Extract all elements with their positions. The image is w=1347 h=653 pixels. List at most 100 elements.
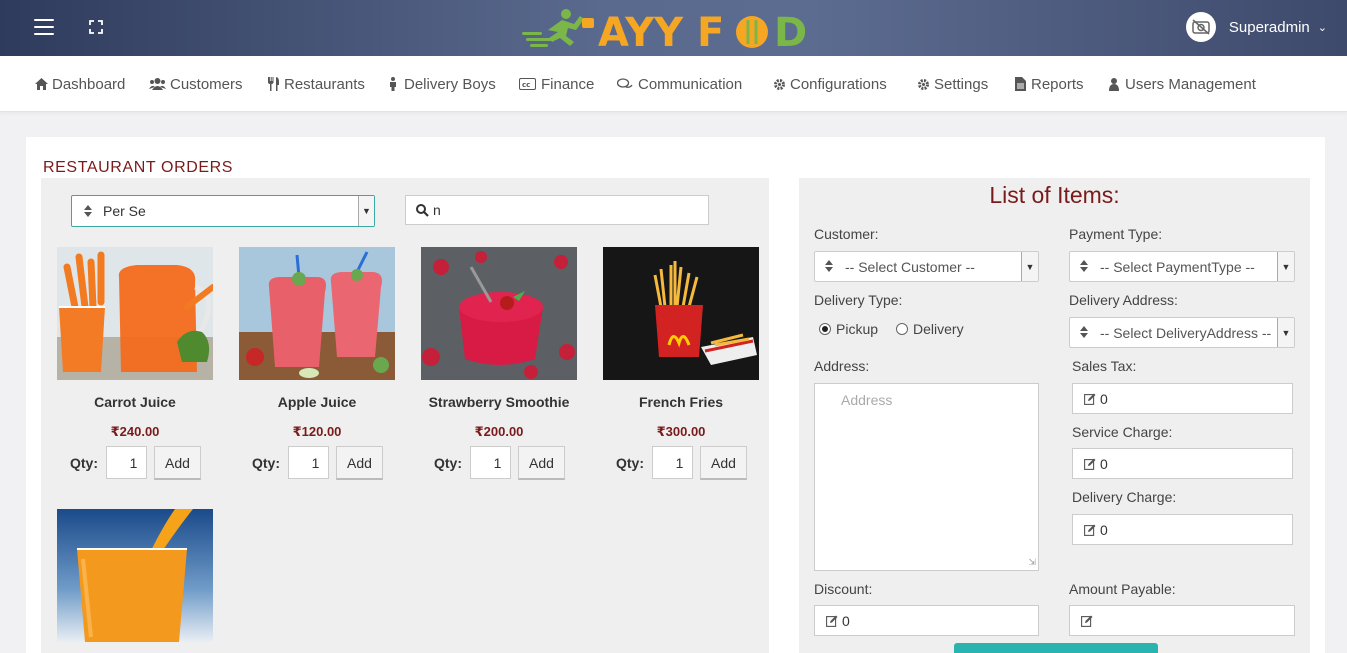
order-form-panel: List of Items: Customer: -- Select Custo…: [799, 178, 1310, 653]
submit-order-button[interactable]: [954, 643, 1158, 653]
product-card: Apple Juice ₹120.00 Qty: 1 Add: [239, 247, 395, 480]
edit-icon: [826, 615, 838, 627]
delivery-radio[interactable]: Delivery: [896, 321, 964, 337]
discount-input[interactable]: 0: [814, 605, 1039, 636]
nav-item-restaurants[interactable]: Restaurants: [266, 75, 365, 93]
amount-payable-input[interactable]: [1069, 605, 1295, 636]
svg-text:D: D: [774, 10, 807, 52]
product-image[interactable]: [603, 247, 759, 380]
product-image[interactable]: [57, 509, 213, 642]
product-card: Carrot Juice ₹240.00 Qty: 1 Add: [57, 247, 213, 480]
chevron-down-icon: ▼: [1277, 318, 1294, 347]
nav-item-users-management[interactable]: Users Management: [1107, 75, 1256, 93]
amount-payable-label: Amount Payable:: [1069, 581, 1176, 597]
delivery-type-label: Delivery Type:: [814, 292, 903, 308]
sort-icon: [1080, 260, 1088, 272]
person-icon: [386, 77, 400, 91]
delivery-address-label: Delivery Address:: [1069, 292, 1178, 308]
user-menu[interactable]: Superadmin ⌄: [1185, 12, 1327, 42]
cog-icon: [772, 77, 786, 91]
nav-item-communication[interactable]: Communication: [616, 75, 742, 93]
delivery-charge-label: Delivery Charge:: [1072, 489, 1177, 505]
edit-icon: [1084, 458, 1096, 470]
discount-label: Discount:: [814, 581, 873, 597]
qty-label: Qty:: [434, 455, 462, 471]
restaurant-orders-card: RESTAURANT ORDERS Per Se ▼ n Carrot Juic…: [26, 137, 1325, 653]
cc-icon: cc: [517, 77, 537, 91]
payment-type-select[interactable]: -- Select PaymentType -- ▼: [1069, 251, 1295, 282]
sort-icon: [1080, 326, 1088, 338]
edit-icon: [1081, 615, 1093, 627]
sales-tax-label: Sales Tax:: [1072, 358, 1137, 374]
user-name: Superadmin: [1228, 18, 1310, 36]
sort-icon: [825, 260, 833, 272]
payment-type-label: Payment Type:: [1069, 226, 1163, 242]
pickup-radio[interactable]: Pickup: [819, 321, 878, 337]
product-card: Strawberry Smoothie ₹200.00 Qty: 1 Add: [421, 247, 577, 480]
list-title: List of Items:: [989, 182, 1120, 208]
qty-label: Qty:: [252, 455, 280, 471]
product-name: French Fries: [638, 394, 724, 410]
add-button[interactable]: Add: [154, 446, 201, 480]
product-image[interactable]: [57, 247, 213, 380]
user-icon: [1107, 77, 1121, 91]
nav-item-configurations[interactable]: Configurations: [772, 75, 887, 93]
product-image[interactable]: [421, 247, 577, 380]
delivery-charge-input[interactable]: 0: [1072, 514, 1293, 545]
nav-item-settings[interactable]: Settings: [916, 75, 988, 93]
product-name: Carrot Juice: [94, 394, 176, 410]
product-card: French Fries ₹300.00 Qty: 1 Add: [603, 247, 759, 480]
nav-item-dashboard[interactable]: Dashboard: [34, 75, 125, 93]
chevron-down-icon: ⌄: [1317, 21, 1327, 34]
search-icon: [416, 204, 429, 217]
top-bar: AYY F D Superadmin ⌄: [0, 0, 1347, 56]
customer-label: Customer:: [814, 226, 879, 242]
edit-icon: [1084, 393, 1096, 405]
product-name: Strawberry Smoothie: [428, 394, 570, 410]
service-charge-label: Service Charge:: [1072, 424, 1173, 440]
customer-select[interactable]: -- Select Customer -- ▼: [814, 251, 1039, 282]
users-icon: [148, 77, 166, 91]
chevron-down-icon: ▼: [1277, 252, 1294, 281]
nav-item-reports[interactable]: Reports: [1013, 75, 1084, 93]
chevron-down-icon: ▼: [358, 196, 374, 226]
cog-icon: [916, 77, 930, 91]
product-name: Apple Juice: [277, 394, 357, 410]
address-textarea[interactable]: Address ⇲: [814, 383, 1039, 571]
file-icon: [1013, 77, 1027, 91]
delivery-address-select[interactable]: -- Select DeliveryAddress -- ▼: [1069, 317, 1295, 348]
menu-panel: Per Se ▼ n Carrot Juice ₹240.00 Qty: 1 A…: [41, 178, 769, 653]
add-button[interactable]: Add: [700, 446, 747, 480]
resize-grip-icon[interactable]: ⇲: [1028, 557, 1036, 568]
home-icon: [34, 77, 48, 91]
chevron-down-icon: ▼: [1021, 252, 1038, 281]
product-price: ₹240.00: [110, 424, 160, 439]
service-charge-input[interactable]: 0: [1072, 448, 1293, 479]
nav-item-delivery-boys[interactable]: Delivery Boys: [386, 75, 496, 93]
add-button[interactable]: Add: [336, 446, 383, 480]
qty-label: Qty:: [70, 455, 98, 471]
menu-icon[interactable]: [34, 19, 54, 35]
fullscreen-icon[interactable]: [89, 20, 103, 34]
product-price: ₹200.00: [474, 424, 524, 439]
brand-logo: AYY F D: [522, 9, 807, 52]
svg-text:cc: cc: [522, 81, 530, 89]
product-price: ₹120.00: [292, 424, 342, 439]
nav-item-customers[interactable]: Customers: [148, 75, 243, 93]
add-button[interactable]: Add: [518, 446, 565, 480]
address-label: Address:: [814, 358, 870, 374]
qty-input[interactable]: 1: [106, 446, 147, 479]
nav-item-finance[interactable]: cc Finance: [517, 75, 594, 93]
product-image[interactable]: [239, 247, 395, 380]
qty-label: Qty:: [616, 455, 644, 471]
svg-text:AYY F: AYY F: [598, 10, 724, 52]
page-title: RESTAURANT ORDERS: [43, 159, 234, 176]
qty-input[interactable]: 1: [470, 446, 511, 479]
product-price: ₹300.00: [656, 424, 706, 439]
qty-input[interactable]: 1: [288, 446, 329, 479]
product-search-input[interactable]: n: [405, 195, 709, 225]
restaurant-select[interactable]: Per Se ▼: [71, 195, 375, 227]
sales-tax-input[interactable]: 0: [1072, 383, 1293, 414]
qty-input[interactable]: 1: [652, 446, 693, 479]
sort-icon: [84, 205, 92, 217]
